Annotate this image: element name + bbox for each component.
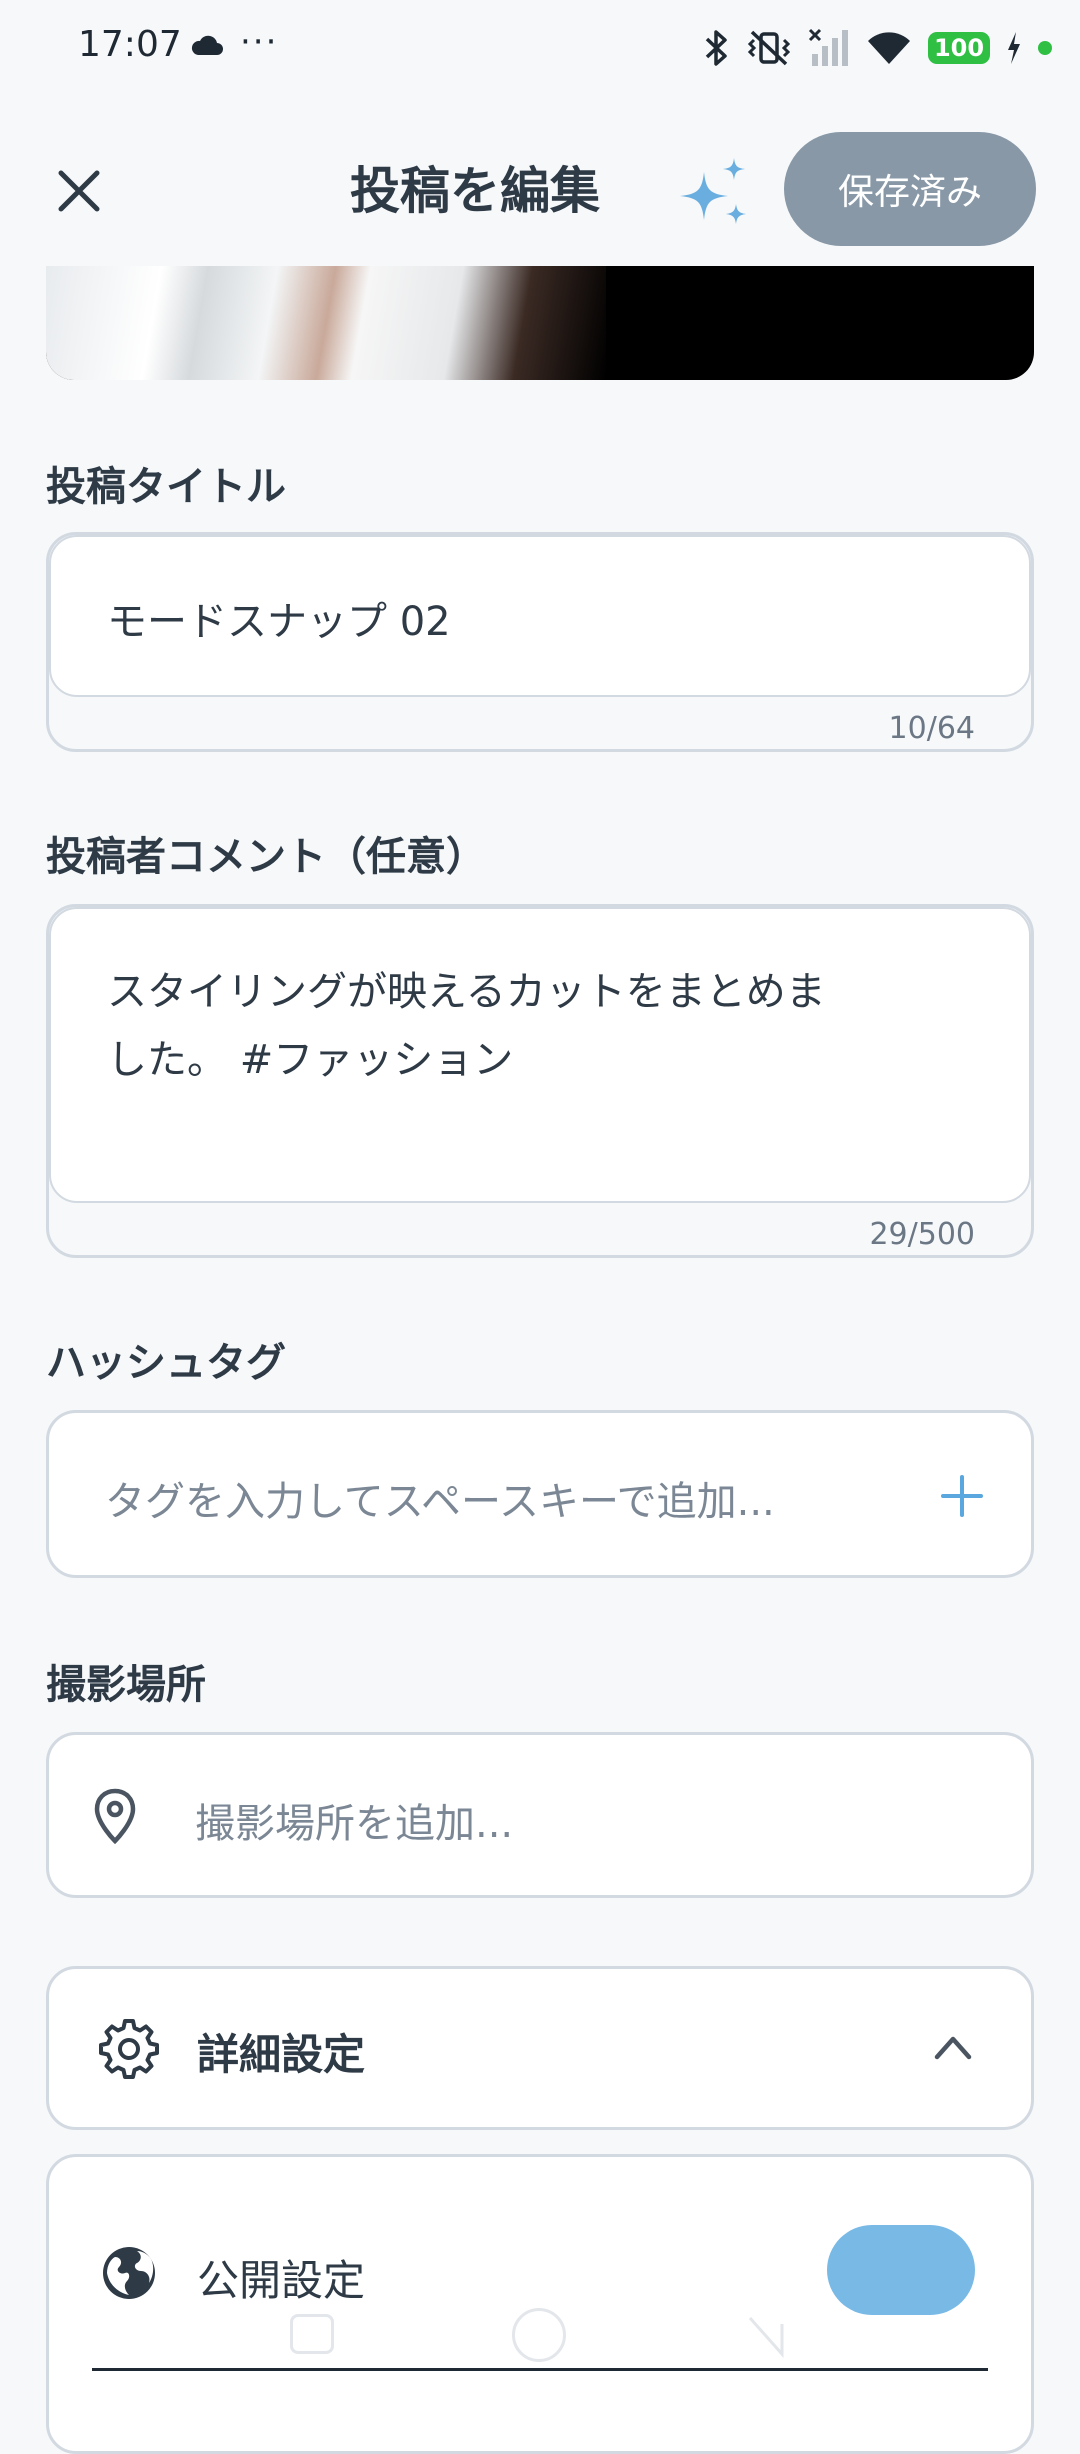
location-label: 撮影場所: [46, 1662, 206, 1708]
title-input-value: モードスナップ 02: [107, 599, 451, 645]
comment-line-2: した。 #ファッション: [107, 1037, 514, 1083]
comment-textarea[interactable]: スタイリングが映えるカットをまとめま した。 #ファッション: [49, 907, 1031, 1203]
gesture-handle: [92, 2368, 988, 2371]
hashtag-input[interactable]: タグを入力してスペースキーで追加...: [46, 1410, 1034, 1578]
status-bar: 17:07 ··· 100: [0, 0, 1080, 96]
battery-indicator: 100: [928, 32, 990, 64]
hashtag-label: ハッシュタグ: [46, 1340, 286, 1386]
comment-char-counter: 29/500: [869, 1217, 975, 1252]
app-header: 投稿を編集 保存済み: [0, 96, 1080, 286]
bluetooth-icon: [705, 30, 727, 66]
title-field[interactable]: モードスナップ 02 10/64: [46, 532, 1034, 752]
privacy-indicator-dot: [1038, 41, 1052, 55]
charging-icon: [1008, 32, 1020, 64]
status-icons: 100: [704, 26, 1052, 70]
comment-line-1: スタイリングが映えるカットをまとめま: [107, 969, 826, 1015]
status-time: 17:07: [78, 24, 182, 65]
cover-photo[interactable]: [46, 266, 1034, 380]
more-notifications-icon: ···: [240, 22, 279, 62]
add-tag-icon[interactable]: [939, 1473, 985, 1519]
vibrate-off-icon: [747, 30, 791, 66]
nav-back-button[interactable]: [742, 2314, 788, 2360]
hashtag-placeholder: タグを入力してスペースキーで追加...: [105, 1479, 775, 1525]
comment-field[interactable]: スタイリングが映えるカットをまとめま した。 #ファッション 29/500: [46, 904, 1034, 1258]
wifi-icon: [868, 32, 910, 64]
location-input[interactable]: 撮影場所を追加...: [46, 1732, 1034, 1898]
title-char-counter: 10/64: [888, 711, 975, 746]
close-icon: [58, 170, 100, 212]
cover-photo-image: [46, 266, 606, 380]
system-navigation-bar: [0, 2290, 1080, 2400]
close-button[interactable]: [46, 158, 112, 224]
title-label: 投稿タイトル: [46, 464, 286, 510]
advanced-settings-label: 詳細設定: [197, 2030, 366, 2079]
location-pin-icon: [94, 1788, 136, 1845]
advanced-settings-header[interactable]: 詳細設定: [46, 1966, 1034, 2130]
page-title: 投稿を編集: [350, 162, 600, 220]
location-placeholder: 撮影場所を追加...: [195, 1801, 514, 1847]
ai-sparkle-button[interactable]: [676, 156, 754, 232]
title-input[interactable]: モードスナップ 02: [49, 535, 1031, 697]
signal-icon: [808, 28, 848, 66]
nav-recents-button[interactable]: [290, 2314, 334, 2354]
saved-button[interactable]: 保存済み: [784, 132, 1036, 246]
comment-label: 投稿者コメント（任意）: [46, 834, 486, 880]
cloud-icon: [191, 35, 223, 55]
chevron-up-icon[interactable]: [933, 2033, 973, 2061]
nav-home-button[interactable]: [512, 2308, 566, 2362]
gear-icon: [99, 2019, 159, 2079]
